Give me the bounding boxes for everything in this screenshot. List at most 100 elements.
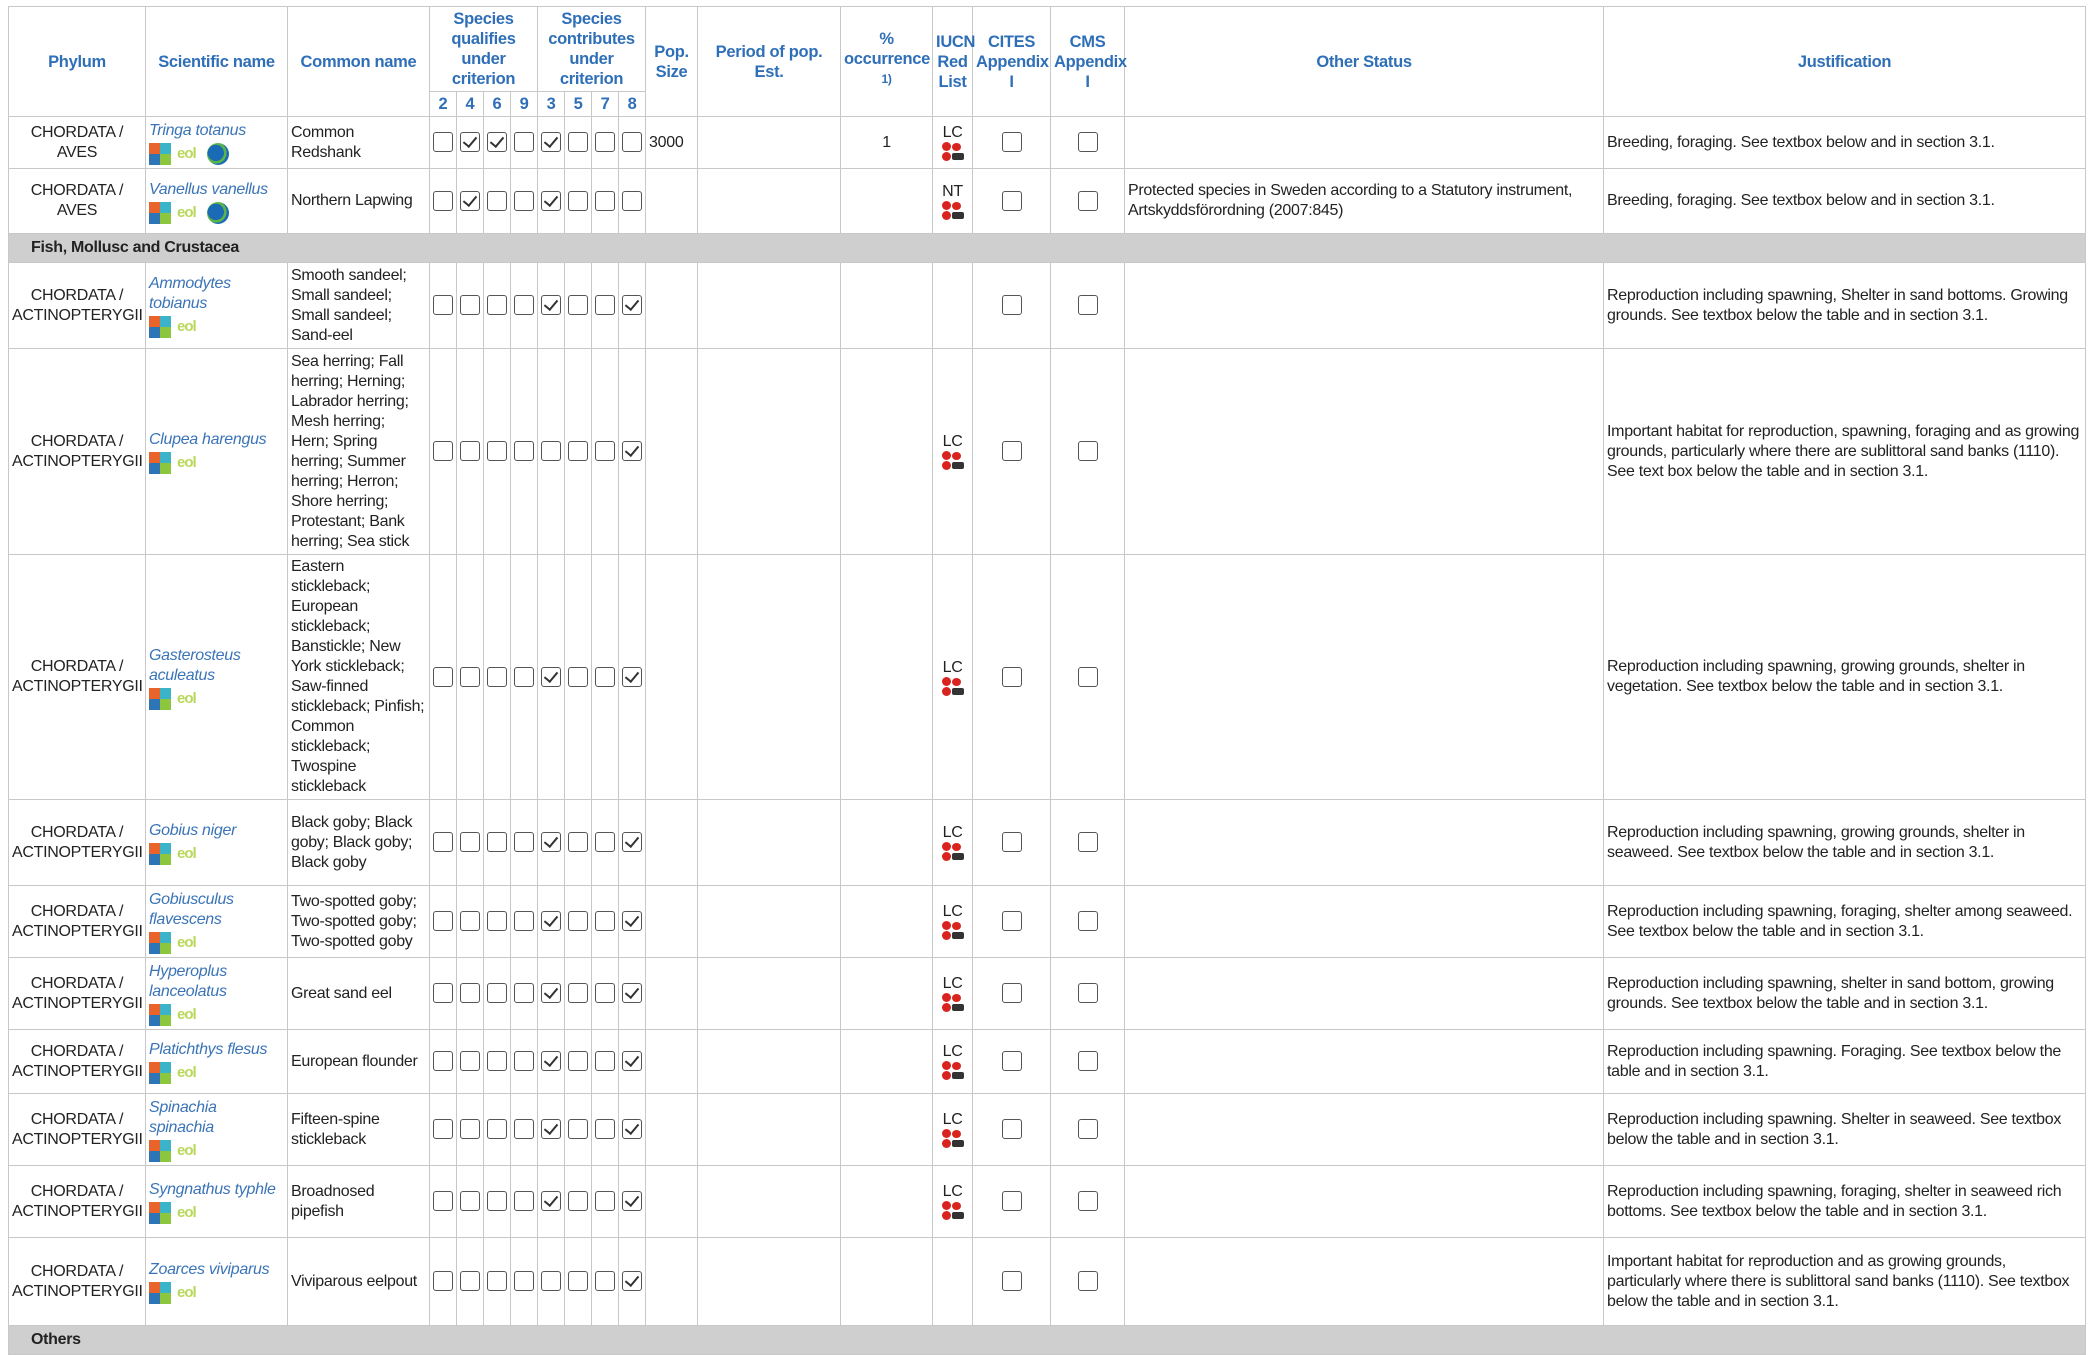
gbif-icon[interactable]: [149, 1140, 171, 1162]
criterion-checkbox[interactable]: [595, 983, 616, 1004]
iucn-status[interactable]: LC: [941, 903, 964, 941]
eol-icon[interactable]: eol: [177, 1205, 201, 1221]
criterion-checkbox[interactable]: [487, 1051, 507, 1072]
gbif-icon[interactable]: [149, 932, 171, 954]
eol-icon[interactable]: eol: [177, 204, 201, 221]
criterion-checkbox[interactable]: [622, 190, 643, 211]
criterion-checkbox[interactable]: [460, 983, 480, 1004]
criterion-checkbox[interactable]: [595, 1191, 616, 1212]
cms-checkbox[interactable]: [1077, 1051, 1098, 1072]
iucn-status[interactable]: LC: [941, 124, 964, 162]
criterion-checkbox[interactable]: [622, 1271, 643, 1292]
gbif-icon[interactable]: [149, 1202, 171, 1224]
criterion-checkbox[interactable]: [568, 441, 589, 462]
criterion-checkbox[interactable]: [433, 1051, 453, 1072]
criterion-checkbox[interactable]: [568, 911, 589, 932]
criterion-checkbox[interactable]: [541, 1119, 562, 1140]
criterion-checkbox[interactable]: [487, 832, 507, 853]
criterion-checkbox[interactable]: [487, 1119, 507, 1140]
criterion-checkbox[interactable]: [460, 911, 480, 932]
criterion-checkbox[interactable]: [487, 441, 507, 462]
cites-checkbox[interactable]: [1001, 911, 1022, 932]
avibase-globe-icon[interactable]: [207, 201, 229, 224]
criterion-checkbox[interactable]: [622, 911, 643, 932]
criterion-checkbox[interactable]: [514, 666, 534, 687]
criterion-checkbox[interactable]: [487, 132, 507, 153]
criterion-checkbox[interactable]: [595, 1119, 616, 1140]
criterion-checkbox[interactable]: [595, 1271, 616, 1292]
criterion-checkbox[interactable]: [514, 911, 534, 932]
cites-checkbox[interactable]: [1001, 132, 1022, 153]
criterion-checkbox[interactable]: [568, 832, 589, 853]
criterion-checkbox[interactable]: [460, 295, 480, 316]
criterion-checkbox[interactable]: [595, 1051, 616, 1072]
criterion-checkbox[interactable]: [568, 1271, 589, 1292]
scientific-name-link[interactable]: Zoarces viviparus: [149, 1260, 284, 1280]
scientific-name-link[interactable]: Syngnathus typhle: [149, 1180, 284, 1200]
scientific-name-link[interactable]: Vanellus vanellus: [149, 180, 284, 200]
scientific-name-link[interactable]: Gobiusculus flavescens: [149, 890, 284, 930]
cites-checkbox[interactable]: [1001, 1051, 1022, 1072]
criterion-checkbox[interactable]: [514, 1119, 534, 1140]
criterion-checkbox[interactable]: [568, 1051, 589, 1072]
cms-checkbox[interactable]: [1077, 1191, 1098, 1212]
criterion-checkbox[interactable]: [514, 1191, 534, 1212]
gbif-icon[interactable]: [149, 1282, 171, 1304]
iucn-status[interactable]: LC: [941, 1183, 964, 1221]
criterion-checkbox[interactable]: [595, 666, 616, 687]
criterion-checkbox[interactable]: [568, 295, 589, 316]
gbif-icon[interactable]: [149, 201, 171, 224]
cms-checkbox[interactable]: [1077, 295, 1098, 316]
eol-icon[interactable]: eol: [177, 455, 201, 471]
cms-checkbox[interactable]: [1077, 1271, 1098, 1292]
criterion-checkbox[interactable]: [622, 441, 643, 462]
criterion-checkbox[interactable]: [541, 832, 562, 853]
scientific-name-link[interactable]: Tringa totanus: [149, 121, 284, 141]
criterion-checkbox[interactable]: [487, 1271, 507, 1292]
eol-icon[interactable]: eol: [177, 935, 201, 951]
criterion-checkbox[interactable]: [433, 832, 453, 853]
criterion-checkbox[interactable]: [541, 911, 562, 932]
cites-checkbox[interactable]: [1001, 832, 1022, 853]
iucn-status[interactable]: LC: [941, 1111, 964, 1149]
cms-checkbox[interactable]: [1077, 832, 1098, 853]
criterion-checkbox[interactable]: [433, 1191, 453, 1212]
cms-checkbox[interactable]: [1077, 911, 1098, 932]
iucn-status[interactable]: LC: [941, 1043, 964, 1081]
scientific-name-link[interactable]: Platichthys flesus: [149, 1040, 284, 1060]
scientific-name-link[interactable]: Hyperoplus lanceolatus: [149, 962, 284, 1002]
criterion-checkbox[interactable]: [487, 190, 507, 211]
criterion-checkbox[interactable]: [568, 666, 589, 687]
iucn-status[interactable]: LC: [941, 824, 964, 862]
gbif-icon[interactable]: [149, 1004, 171, 1026]
criterion-checkbox[interactable]: [622, 132, 643, 153]
criterion-checkbox[interactable]: [595, 132, 616, 153]
criterion-checkbox[interactable]: [541, 1051, 562, 1072]
criterion-checkbox[interactable]: [541, 1191, 562, 1212]
criterion-checkbox[interactable]: [433, 911, 453, 932]
gbif-icon[interactable]: [149, 316, 171, 338]
gbif-icon[interactable]: [149, 1062, 171, 1084]
criterion-checkbox[interactable]: [541, 190, 562, 211]
iucn-status[interactable]: LC: [941, 433, 964, 471]
criterion-checkbox[interactable]: [568, 132, 589, 153]
cms-checkbox[interactable]: [1077, 132, 1098, 153]
criterion-checkbox[interactable]: [541, 983, 562, 1004]
gbif-icon[interactable]: [149, 687, 171, 710]
criterion-checkbox[interactable]: [487, 911, 507, 932]
avibase-globe-icon[interactable]: [207, 143, 229, 165]
eol-icon[interactable]: eol: [177, 146, 201, 162]
criterion-checkbox[interactable]: [541, 441, 562, 462]
criterion-checkbox[interactable]: [433, 295, 453, 316]
cites-checkbox[interactable]: [1001, 190, 1022, 211]
cites-checkbox[interactable]: [1001, 295, 1022, 316]
cites-checkbox[interactable]: [1001, 1191, 1022, 1212]
iucn-status[interactable]: LC: [941, 659, 964, 697]
criterion-checkbox[interactable]: [460, 1051, 480, 1072]
iucn-status[interactable]: LC: [941, 975, 964, 1013]
criterion-checkbox[interactable]: [568, 1191, 589, 1212]
criterion-checkbox[interactable]: [622, 983, 643, 1004]
cms-checkbox[interactable]: [1077, 666, 1098, 687]
cites-checkbox[interactable]: [1001, 1119, 1022, 1140]
eol-icon[interactable]: eol: [177, 319, 201, 335]
